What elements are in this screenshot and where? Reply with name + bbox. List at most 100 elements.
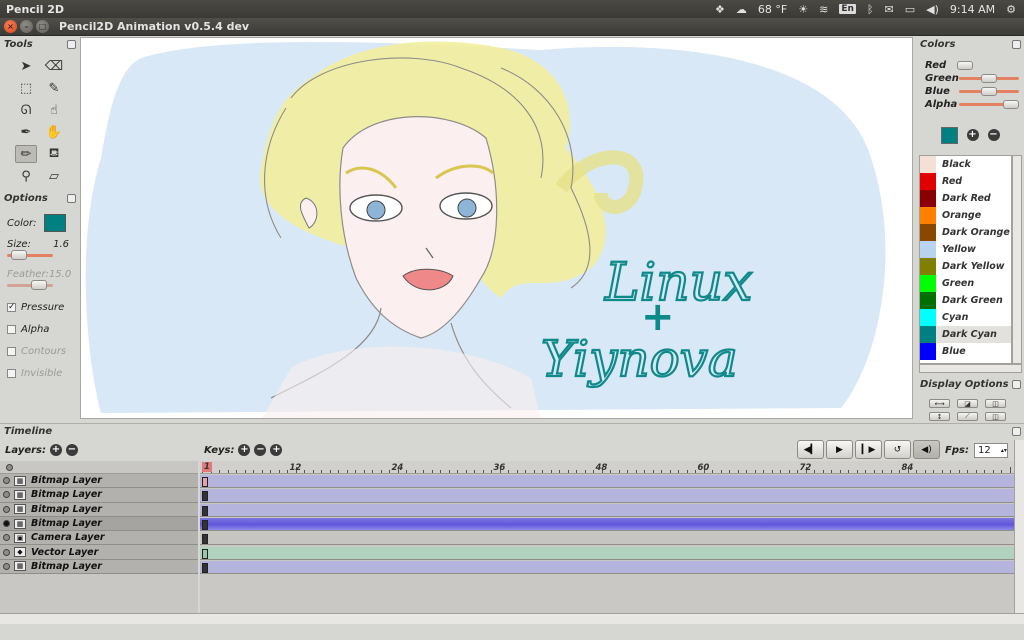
smudge-tool[interactable]: ☝ bbox=[43, 101, 65, 119]
clear-tool[interactable]: ⌫ bbox=[43, 57, 65, 75]
battery-icon[interactable]: ▭ bbox=[905, 3, 915, 16]
pen-tool[interactable]: ✒ bbox=[15, 123, 37, 141]
keyframe[interactable] bbox=[202, 534, 208, 545]
minimize-window-button[interactable]: – bbox=[20, 20, 33, 33]
layer-visibility-toggle[interactable] bbox=[3, 534, 10, 542]
size-slider[interactable] bbox=[7, 250, 53, 260]
layer-row[interactable]: ▦ Bitmap Layer bbox=[0, 474, 198, 489]
layer-row[interactable]: ▦ Bitmap Layer bbox=[0, 488, 198, 503]
tools-float-button[interactable] bbox=[67, 39, 76, 49]
thin-lines-button[interactable]: ⟋ bbox=[957, 412, 978, 421]
colors-float-button[interactable] bbox=[1012, 39, 1021, 49]
duplicate-key-button[interactable]: + bbox=[270, 444, 283, 456]
alpha-checkbox[interactable] bbox=[7, 324, 16, 334]
layer-track[interactable] bbox=[200, 560, 1014, 575]
timeline-float-button[interactable] bbox=[1012, 426, 1021, 436]
palette-item[interactable]: Dark Cyan bbox=[920, 326, 1011, 343]
layer-name[interactable]: Bitmap Layer bbox=[31, 475, 102, 486]
blue-slider-thumb[interactable] bbox=[981, 87, 997, 96]
timeline-horizontal-scrollbar[interactable] bbox=[0, 613, 1024, 624]
layer-visibility-toggle[interactable] bbox=[3, 520, 10, 528]
red-slider[interactable] bbox=[957, 61, 1019, 70]
drawing-canvas[interactable]: Linux + Yiynova bbox=[80, 37, 913, 419]
layer-visibility-toggle[interactable] bbox=[3, 562, 10, 570]
mail-icon[interactable]: ✉ bbox=[885, 3, 894, 16]
options-float-button[interactable] bbox=[67, 193, 76, 203]
fps-spinbox[interactable]: 12 ▴▾ bbox=[973, 443, 1008, 458]
layer-name[interactable]: Camera Layer bbox=[31, 532, 105, 543]
invisible-option[interactable]: Invisible bbox=[0, 363, 79, 383]
alpha-slider[interactable] bbox=[959, 100, 1019, 109]
weather-icon[interactable]: ☁ bbox=[736, 3, 747, 16]
keyframe[interactable] bbox=[202, 505, 208, 516]
layer-track[interactable] bbox=[200, 475, 1014, 489]
layer-row[interactable]: ▣ Camera Layer bbox=[0, 531, 198, 546]
layer-visibility-toggle[interactable] bbox=[3, 477, 10, 485]
toggle-all-visibility[interactable] bbox=[6, 463, 13, 471]
eraser-tool[interactable]: ▱ bbox=[43, 167, 65, 185]
play-button[interactable]: ▶ bbox=[826, 440, 853, 459]
lasso-tool[interactable]: ᘏ bbox=[15, 101, 37, 119]
display-options-float-button[interactable] bbox=[1012, 379, 1021, 389]
sound-button[interactable]: ◀) bbox=[913, 440, 940, 459]
palette-item[interactable]: Orange bbox=[920, 207, 1011, 224]
layer-name[interactable]: Bitmap Layer bbox=[31, 561, 102, 572]
contours-option[interactable]: Contours bbox=[0, 341, 79, 361]
prev-frame-button[interactable]: ◀▎ bbox=[797, 440, 824, 459]
loop-button[interactable]: ↺ bbox=[884, 440, 911, 459]
close-window-button[interactable]: × bbox=[4, 20, 17, 33]
layer-row[interactable]: ◆ Vector Layer bbox=[0, 545, 198, 560]
hand-tool[interactable]: ✋ bbox=[43, 123, 65, 141]
layer-row[interactable]: ▦ Bitmap Layer bbox=[0, 516, 198, 532]
invisible-checkbox[interactable] bbox=[7, 368, 16, 378]
palette-item[interactable]: Cyan bbox=[920, 309, 1011, 326]
palette-horizontal-scrollbar[interactable] bbox=[919, 364, 1022, 373]
outline-mode-button[interactable]: ◪ bbox=[957, 399, 978, 408]
onion-prev-button[interactable]: ◫ bbox=[985, 399, 1006, 408]
mirror-horizontal-button[interactable]: ⟷ bbox=[929, 399, 950, 408]
clock[interactable]: 9:14 AM bbox=[950, 3, 995, 16]
volume-icon[interactable]: ◀) bbox=[926, 3, 939, 16]
palette-item[interactable]: Green bbox=[920, 275, 1011, 292]
layer-visibility-toggle[interactable] bbox=[3, 491, 10, 499]
keyframe[interactable] bbox=[202, 491, 208, 502]
eyedropper-tool[interactable]: ⚲ bbox=[15, 167, 37, 185]
pointer-tool[interactable]: ➤ bbox=[15, 57, 37, 75]
dropbox-icon[interactable]: ❖ bbox=[715, 3, 725, 16]
keyboard-layout[interactable]: En bbox=[839, 4, 856, 14]
keyframe[interactable] bbox=[202, 477, 208, 487]
keyframe[interactable] bbox=[202, 562, 208, 573]
alpha-option[interactable]: Alpha bbox=[0, 319, 79, 339]
layer-name[interactable]: Bitmap Layer bbox=[31, 518, 102, 529]
palette-item[interactable]: Red bbox=[920, 173, 1011, 190]
green-slider[interactable] bbox=[959, 74, 1019, 83]
frame-ruler[interactable]: 1 12 24 36 48 60 72 84 bbox=[200, 461, 1014, 474]
palette-item[interactable]: Dark Green bbox=[920, 292, 1011, 309]
layer-visibility-toggle[interactable] bbox=[3, 548, 10, 556]
layer-name[interactable]: Bitmap Layer bbox=[31, 489, 102, 500]
alpha-slider-thumb[interactable] bbox=[1003, 100, 1019, 109]
red-slider-thumb[interactable] bbox=[957, 61, 973, 70]
current-color-swatch[interactable] bbox=[940, 126, 958, 144]
pressure-checkbox[interactable]: ✓ bbox=[7, 302, 16, 312]
palette-item[interactable]: Dark Yellow bbox=[920, 258, 1011, 275]
palette-item[interactable]: Yellow bbox=[920, 241, 1011, 258]
feather-slider[interactable] bbox=[7, 280, 53, 290]
weather-temp[interactable]: 68 °F bbox=[758, 3, 787, 16]
pencil-tool[interactable]: ✏ bbox=[15, 145, 37, 163]
remove-color-button[interactable]: − bbox=[987, 129, 1000, 141]
layer-track[interactable] bbox=[200, 489, 1014, 503]
feather-slider-thumb[interactable] bbox=[31, 280, 47, 290]
palette-item[interactable]: Dark Red bbox=[920, 190, 1011, 207]
brush-tool[interactable]: ✎ bbox=[43, 79, 65, 97]
keyframe[interactable] bbox=[202, 548, 208, 559]
wifi-icon[interactable]: ≋ bbox=[819, 3, 828, 16]
select-tool[interactable]: ⬚ bbox=[15, 79, 37, 97]
add-layer-button[interactable]: + bbox=[50, 444, 62, 456]
palette-vertical-scrollbar[interactable] bbox=[1012, 155, 1022, 364]
mirror-vertical-button[interactable]: ↕ bbox=[929, 412, 950, 421]
bluetooth-icon[interactable]: ᛒ bbox=[867, 3, 874, 16]
next-frame-button[interactable]: ▎▶ bbox=[855, 440, 882, 459]
layer-track[interactable] bbox=[200, 546, 1014, 560]
layer-track[interactable] bbox=[200, 503, 1014, 517]
